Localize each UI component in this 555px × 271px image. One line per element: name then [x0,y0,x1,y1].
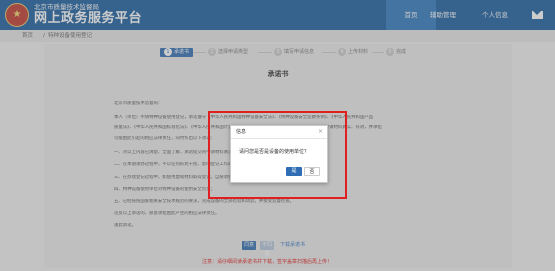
highlight-box [208,111,347,199]
